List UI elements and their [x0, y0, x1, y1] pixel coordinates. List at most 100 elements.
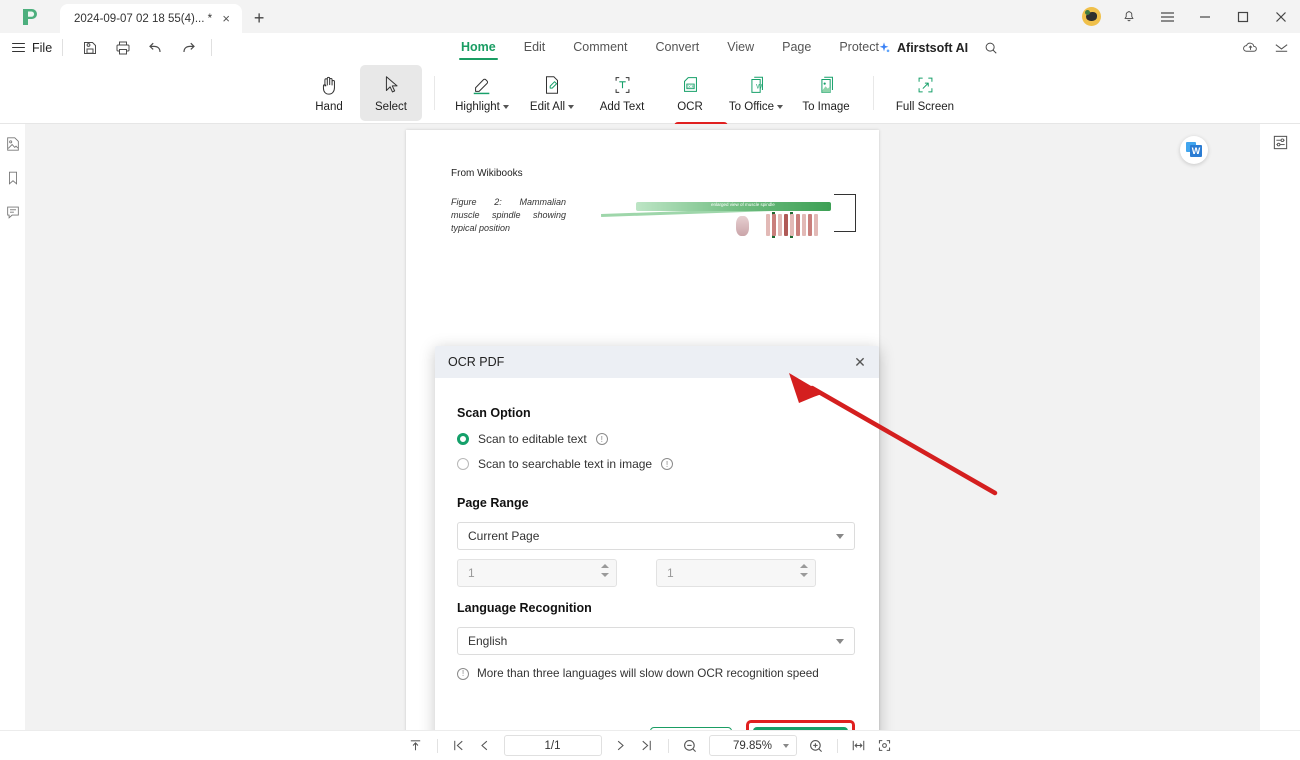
- radio-button-selected[interactable]: [457, 433, 469, 445]
- bookmark-icon[interactable]: [3, 168, 23, 188]
- divider: [211, 39, 213, 56]
- page-range-select[interactable]: Current Page: [457, 522, 855, 550]
- last-page-icon[interactable]: [634, 735, 660, 757]
- ocr-dialog-footer: Cancel Perform OCR: [435, 720, 879, 730]
- properties-panel-icon[interactable]: [1270, 132, 1290, 152]
- redo-icon[interactable]: [180, 39, 197, 56]
- cloud-upload-icon[interactable]: [1242, 39, 1259, 56]
- page-from-input[interactable]: 1: [457, 559, 617, 587]
- file-menu-button[interactable]: File: [12, 40, 52, 55]
- menu-icon[interactable]: [1148, 0, 1186, 33]
- first-page-icon[interactable]: [446, 735, 472, 757]
- close-tab-icon[interactable]: ×: [218, 12, 234, 25]
- page-to-stepper[interactable]: [800, 564, 808, 577]
- highlighter-icon: [470, 73, 494, 97]
- maximize-button[interactable]: [1224, 0, 1262, 33]
- fit-width-icon[interactable]: [846, 735, 872, 757]
- menu-bar: File Home Edit Comment Convert View Page: [0, 33, 1300, 62]
- word-icon: W: [1190, 145, 1202, 157]
- chevron-down-icon[interactable]: [568, 104, 575, 109]
- tool-to-office[interactable]: W To Office: [721, 65, 791, 121]
- tab-page[interactable]: Page: [768, 33, 825, 62]
- ocr-icon: OCR: [680, 73, 701, 97]
- zoom-level-value: 79.85%: [732, 739, 772, 752]
- tool-to-office-label: To Office: [729, 101, 784, 113]
- tool-full-screen[interactable]: Full Screen: [886, 65, 964, 121]
- thumbnail-icon[interactable]: [3, 134, 23, 154]
- radio-scan-searchable[interactable]: Scan to searchable text in image !: [457, 457, 857, 471]
- close-icon[interactable]: ✕: [851, 353, 869, 371]
- tab-home[interactable]: Home: [447, 33, 510, 62]
- tool-edit-all[interactable]: Edit All: [517, 65, 587, 121]
- bird-avatar-icon[interactable]: [1072, 0, 1110, 33]
- cursor-icon: [381, 73, 401, 97]
- print-icon[interactable]: [114, 39, 131, 56]
- save-as-icon[interactable]: [81, 39, 98, 56]
- zoom-level-select[interactable]: 79.85%: [708, 735, 797, 756]
- new-tab-button[interactable]: +: [242, 4, 276, 33]
- tab-view[interactable]: View: [713, 33, 768, 62]
- language-note: ! More than three languages will slow do…: [457, 667, 857, 680]
- convert-to-word-button[interactable]: W: [1180, 136, 1208, 164]
- document-figure-caption: Figure 2: Mammalian muscle spindle showi…: [451, 197, 566, 233]
- collapse-ribbon-icon[interactable]: [1273, 39, 1290, 56]
- bell-icon[interactable]: [1110, 0, 1148, 33]
- divider: [836, 738, 838, 753]
- search-icon[interactable]: [984, 41, 998, 55]
- divider: [62, 39, 64, 56]
- tool-add-text[interactable]: Add Text: [587, 65, 657, 121]
- status-bar: 1/1 79.85%: [0, 730, 1300, 760]
- tool-ocr-label: OCR: [677, 100, 703, 113]
- radio-scan-editable[interactable]: Scan to editable text !: [457, 432, 857, 446]
- page-from-stepper[interactable]: [601, 564, 609, 577]
- minimize-button[interactable]: [1186, 0, 1224, 33]
- document-tab[interactable]: 2024-09-07 02 18 55(4)... * ×: [60, 4, 243, 33]
- ocr-dialog-header: OCR PDF ✕: [435, 346, 879, 378]
- stepper-down-icon[interactable]: [800, 573, 808, 577]
- right-sidebar: [1260, 124, 1300, 730]
- tool-highlight[interactable]: Highlight: [447, 65, 517, 121]
- figure-bracket: [834, 194, 856, 232]
- fit-page-icon[interactable]: [872, 735, 898, 757]
- tool-select[interactable]: Select: [360, 64, 422, 121]
- zoom-in-icon[interactable]: [803, 735, 829, 757]
- stepper-up-icon[interactable]: [601, 564, 609, 568]
- page-indicator-input[interactable]: 1/1: [503, 735, 602, 756]
- add-text-icon: [612, 73, 633, 97]
- edit-page-icon: [542, 73, 562, 97]
- tab-convert[interactable]: Convert: [641, 33, 713, 62]
- title-bar: 2024-09-07 02 18 55(4)... * × +: [0, 0, 1300, 33]
- svg-text:W: W: [756, 83, 763, 90]
- tool-edit-all-label: Edit All: [530, 101, 575, 113]
- page-range-inputs: 1 1: [457, 559, 857, 587]
- chevron-down-icon[interactable]: [782, 743, 789, 748]
- fit-top-icon[interactable]: [403, 735, 429, 757]
- tool-to-image[interactable]: To Image: [791, 65, 861, 121]
- app-logo: [0, 0, 60, 33]
- prev-page-icon[interactable]: [472, 735, 498, 757]
- zoom-out-icon[interactable]: [677, 735, 703, 757]
- tool-ocr[interactable]: OCR OCR: [659, 65, 721, 121]
- stepper-down-icon[interactable]: [601, 573, 609, 577]
- comment-icon[interactable]: [3, 202, 23, 222]
- undo-icon[interactable]: [147, 39, 164, 56]
- radio-scan-searchable-label: Scan to searchable text in image: [478, 457, 653, 471]
- stepper-up-icon[interactable]: [800, 564, 808, 568]
- left-sidebar: [0, 124, 25, 730]
- afirstsoft-ai-button[interactable]: Afirstsoft AI: [877, 33, 968, 62]
- workspace: From Wikibooks Figure 2: Mammalian muscl…: [0, 124, 1300, 730]
- page-to-input[interactable]: 1: [656, 559, 816, 587]
- chevron-down-icon[interactable]: [836, 638, 844, 644]
- chevron-down-icon[interactable]: [836, 533, 844, 539]
- tool-hand[interactable]: Hand: [298, 65, 360, 121]
- tab-edit[interactable]: Edit: [510, 33, 560, 62]
- chevron-down-icon[interactable]: [502, 104, 509, 109]
- next-page-icon[interactable]: [608, 735, 634, 757]
- language-select[interactable]: English: [457, 627, 855, 655]
- info-icon[interactable]: !: [661, 458, 674, 470]
- close-window-button[interactable]: [1262, 0, 1300, 33]
- tab-comment[interactable]: Comment: [559, 33, 641, 62]
- info-icon[interactable]: !: [595, 433, 608, 445]
- chevron-down-icon[interactable]: [777, 104, 784, 109]
- radio-button[interactable]: [457, 458, 469, 470]
